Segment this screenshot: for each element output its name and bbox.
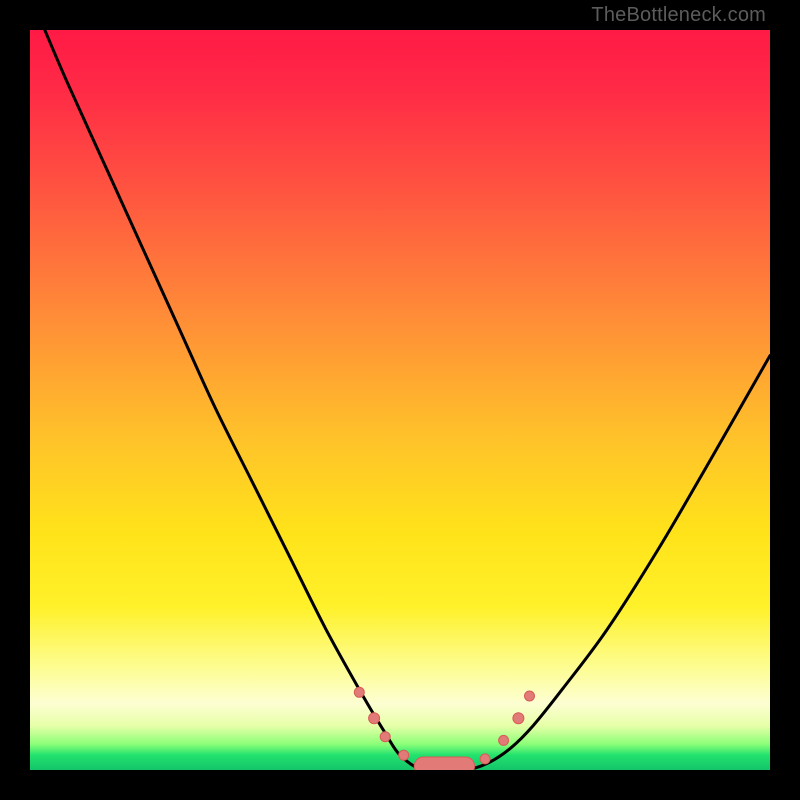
- marker-dot: [525, 691, 535, 701]
- marker-dot: [380, 732, 390, 742]
- marker-dot: [513, 713, 524, 724]
- marker-dot: [399, 750, 409, 760]
- flat-region-capsule: [414, 757, 474, 770]
- bottleneck-curve: [45, 30, 770, 770]
- chart-frame: TheBottleneck.com: [0, 0, 800, 800]
- watermark-text: TheBottleneck.com: [591, 4, 766, 27]
- marker-dot: [369, 713, 380, 724]
- marker-dot: [499, 735, 509, 745]
- flat-region-capsule-rect: [414, 757, 474, 770]
- marker-dot: [354, 687, 364, 697]
- plot-area: [30, 30, 770, 770]
- bottleneck-curve-svg: [30, 30, 770, 770]
- marker-dot: [480, 754, 490, 764]
